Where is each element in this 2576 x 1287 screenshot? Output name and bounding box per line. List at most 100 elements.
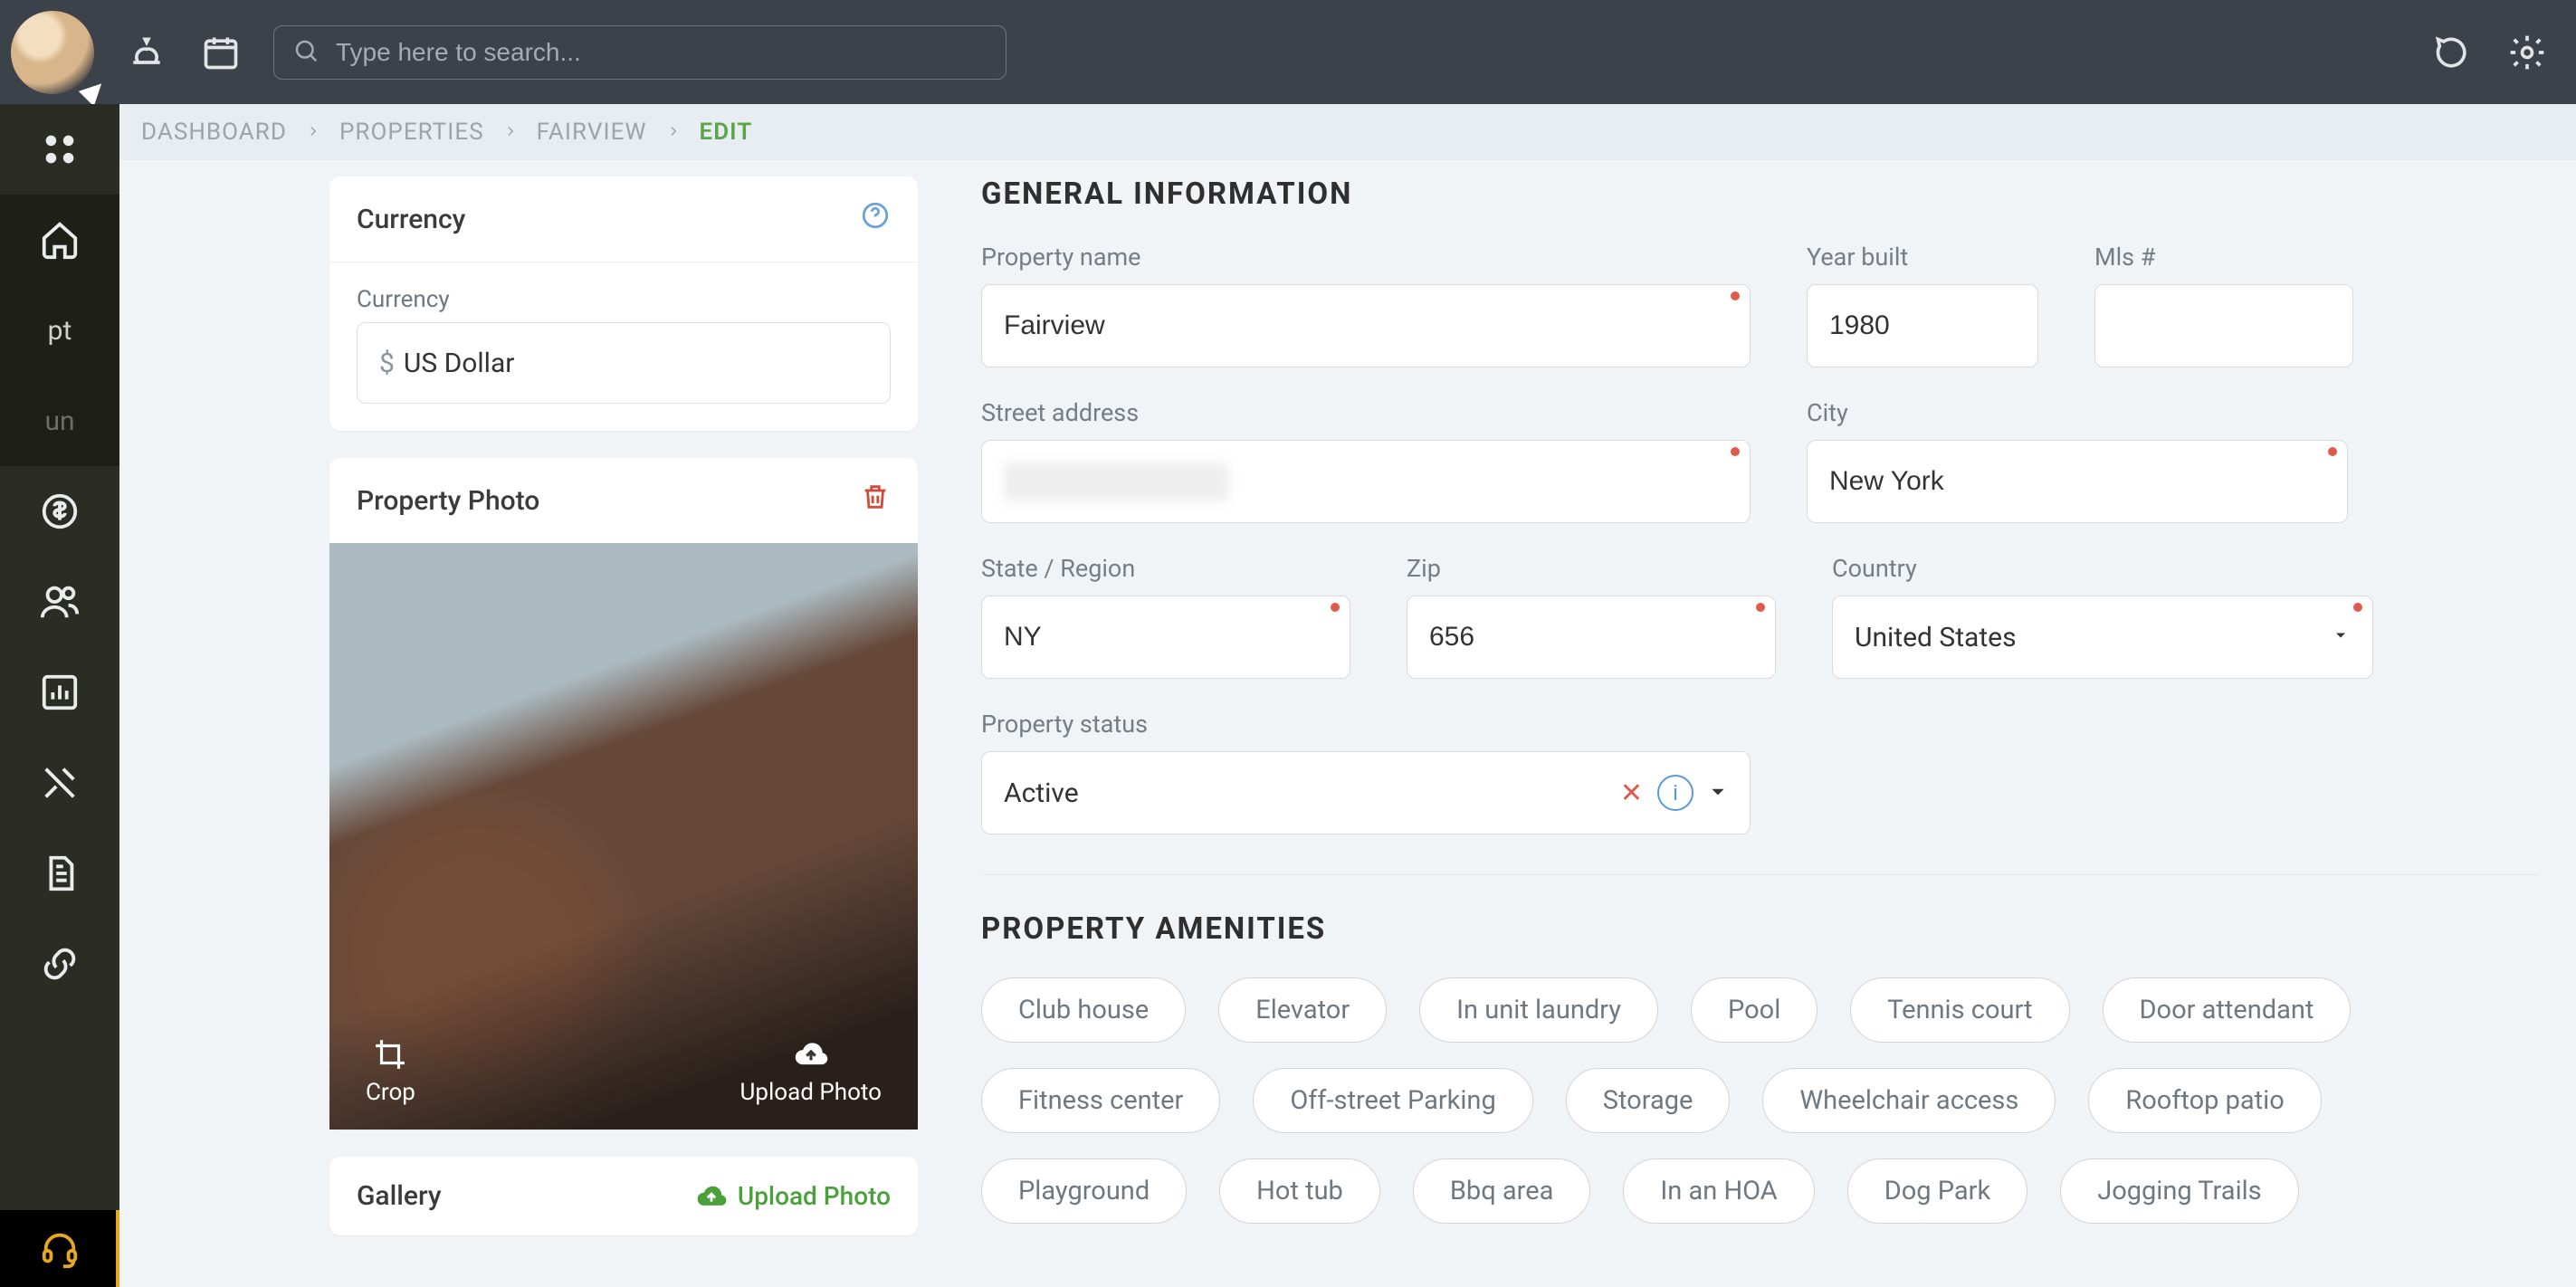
sidebar-tools-icon[interactable] bbox=[0, 738, 119, 828]
gear-icon[interactable] bbox=[2505, 31, 2549, 74]
gallery-card-title: Gallery bbox=[357, 1180, 442, 1212]
search-input[interactable] bbox=[336, 38, 987, 67]
trash-icon[interactable] bbox=[860, 481, 891, 520]
input-city[interactable] bbox=[1807, 440, 2348, 523]
divider bbox=[981, 874, 2540, 875]
breadcrumb: DASHBOARD PROPERTIES FAIRVIEW EDIT bbox=[119, 104, 2576, 160]
label-city: City bbox=[1807, 398, 2348, 427]
required-dot bbox=[2328, 447, 2337, 456]
label-mls: Mls # bbox=[2094, 243, 2353, 272]
field-zip: Zip bbox=[1407, 554, 1776, 679]
search-icon bbox=[292, 37, 320, 68]
sidebar-tag-un[interactable]: un bbox=[0, 376, 119, 466]
sidebar-money-icon[interactable] bbox=[0, 466, 119, 557]
avatar[interactable] bbox=[11, 11, 94, 94]
label-property-name: Property name bbox=[981, 243, 1751, 272]
amenity-pill[interactable]: Elevator bbox=[1218, 977, 1387, 1043]
clear-icon[interactable]: ✕ bbox=[1620, 777, 1643, 809]
left-column: Currency Currency $ US Dollar Property P… bbox=[329, 176, 918, 1287]
amenity-pill[interactable]: Wheelchair access bbox=[1762, 1068, 2056, 1133]
input-street[interactable]: redactedtext bbox=[981, 440, 1751, 523]
input-property-name[interactable] bbox=[981, 284, 1751, 367]
field-city: City bbox=[1807, 398, 2348, 523]
info-icon[interactable]: i bbox=[1657, 775, 1693, 811]
chevron-right-icon bbox=[305, 119, 321, 146]
currency-value: US Dollar bbox=[404, 348, 515, 379]
amenity-pill[interactable]: Hot tub bbox=[1219, 1158, 1380, 1224]
currency-card-title: Currency bbox=[357, 204, 465, 235]
right-column: GENERAL INFORMATION Property name Year b… bbox=[981, 176, 2540, 1287]
amenities-section-title: PROPERTY AMENITIES bbox=[981, 911, 2540, 947]
sidebar-link-icon[interactable] bbox=[0, 919, 119, 1009]
required-dot bbox=[1731, 447, 1740, 456]
amenity-pill[interactable]: Playground bbox=[981, 1158, 1187, 1224]
input-state[interactable] bbox=[981, 596, 1350, 679]
amenity-pill[interactable]: Pool bbox=[1691, 977, 1818, 1043]
required-dot bbox=[1756, 603, 1765, 612]
amenities-list: Club house Elevator In unit laundry Pool Ten… bbox=[981, 977, 2540, 1224]
chevron-down-icon[interactable] bbox=[1708, 777, 1728, 809]
amenity-pill[interactable]: Club house bbox=[981, 977, 1186, 1043]
field-mls: Mls # bbox=[2094, 243, 2353, 367]
property-photo: Crop Upload Photo bbox=[329, 543, 918, 1130]
sidebar-tag-pt[interactable]: pt bbox=[0, 285, 119, 376]
label-year-built: Year built bbox=[1807, 243, 2038, 272]
sidebar: pt un bbox=[0, 104, 119, 1287]
calendar-icon[interactable] bbox=[199, 31, 243, 74]
field-street: Street address redactedtext bbox=[981, 398, 1751, 523]
upload-photo-button[interactable]: Upload Photo bbox=[740, 1037, 883, 1106]
required-dot bbox=[1331, 603, 1340, 612]
currency-select[interactable]: $ US Dollar bbox=[357, 322, 891, 404]
amenity-pill[interactable]: Jogging Trails bbox=[2060, 1158, 2298, 1224]
sidebar-apps-icon[interactable] bbox=[0, 104, 119, 195]
label-status: Property status bbox=[981, 710, 1751, 739]
crumb-properties[interactable]: PROPERTIES bbox=[339, 119, 484, 146]
currency-card: Currency Currency $ US Dollar bbox=[329, 176, 918, 431]
amenity-pill[interactable]: In unit laundry bbox=[1419, 977, 1658, 1043]
bell-light-icon[interactable] bbox=[125, 31, 168, 74]
field-state: State / Region bbox=[981, 554, 1350, 679]
sidebar-support-icon[interactable] bbox=[0, 1210, 119, 1287]
search-box[interactable] bbox=[273, 25, 1007, 80]
crumb-dashboard[interactable]: DASHBOARD bbox=[141, 119, 287, 146]
field-status: Property status Active ✕ i bbox=[981, 710, 1751, 834]
amenity-pill[interactable]: Fitness center bbox=[981, 1068, 1220, 1133]
photo-card-title: Property Photo bbox=[357, 485, 539, 517]
amenity-pill[interactable]: Off-street Parking bbox=[1253, 1068, 1532, 1133]
input-mls[interactable] bbox=[2094, 284, 2353, 367]
sidebar-home-icon[interactable] bbox=[0, 195, 119, 285]
amenity-pill[interactable]: In an HOA bbox=[1623, 1158, 1814, 1224]
select-status[interactable]: Active ✕ i bbox=[981, 751, 1751, 834]
upload-photo-label: Upload Photo bbox=[740, 1079, 883, 1106]
crumb-fairview[interactable]: FAIRVIEW bbox=[537, 119, 647, 146]
sidebar-chart-icon[interactable] bbox=[0, 647, 119, 738]
chevron-right-icon bbox=[502, 119, 519, 146]
label-country: Country bbox=[1832, 554, 2373, 583]
value-country: United States bbox=[1855, 622, 2017, 653]
amenity-pill[interactable]: Dog Park bbox=[1847, 1158, 2028, 1224]
crop-label: Crop bbox=[366, 1079, 415, 1106]
label-state: State / Region bbox=[981, 554, 1350, 583]
chat-icon[interactable] bbox=[2431, 31, 2475, 74]
sidebar-doc-icon[interactable] bbox=[0, 828, 119, 919]
gallery-upload-label: Upload Photo bbox=[738, 1181, 891, 1211]
amenity-pill[interactable]: Bbq area bbox=[1413, 1158, 1591, 1224]
photo-card: Property Photo Crop Upload Photo bbox=[329, 458, 918, 1130]
amenity-pill[interactable]: Storage bbox=[1566, 1068, 1731, 1133]
help-icon[interactable] bbox=[860, 200, 891, 238]
chevron-down-icon bbox=[2332, 626, 2350, 648]
amenity-pill[interactable]: Tennis court bbox=[1850, 977, 2069, 1043]
input-zip[interactable] bbox=[1407, 596, 1776, 679]
sidebar-people-icon[interactable] bbox=[0, 557, 119, 647]
topbar bbox=[0, 0, 2576, 104]
main: Currency Currency $ US Dollar Property P… bbox=[119, 160, 2576, 1287]
select-country[interactable]: United States bbox=[1832, 596, 2373, 679]
crop-button[interactable]: Crop bbox=[366, 1037, 415, 1106]
general-section-title: GENERAL INFORMATION bbox=[981, 176, 2540, 212]
amenity-pill[interactable]: Rooftop patio bbox=[2088, 1068, 2321, 1133]
field-year-built: Year built bbox=[1807, 243, 2038, 367]
gallery-upload-button[interactable]: Upload Photo bbox=[696, 1181, 891, 1212]
required-dot bbox=[2353, 603, 2362, 612]
amenity-pill[interactable]: Door attendant bbox=[2103, 977, 2352, 1043]
input-year-built[interactable] bbox=[1807, 284, 2038, 367]
